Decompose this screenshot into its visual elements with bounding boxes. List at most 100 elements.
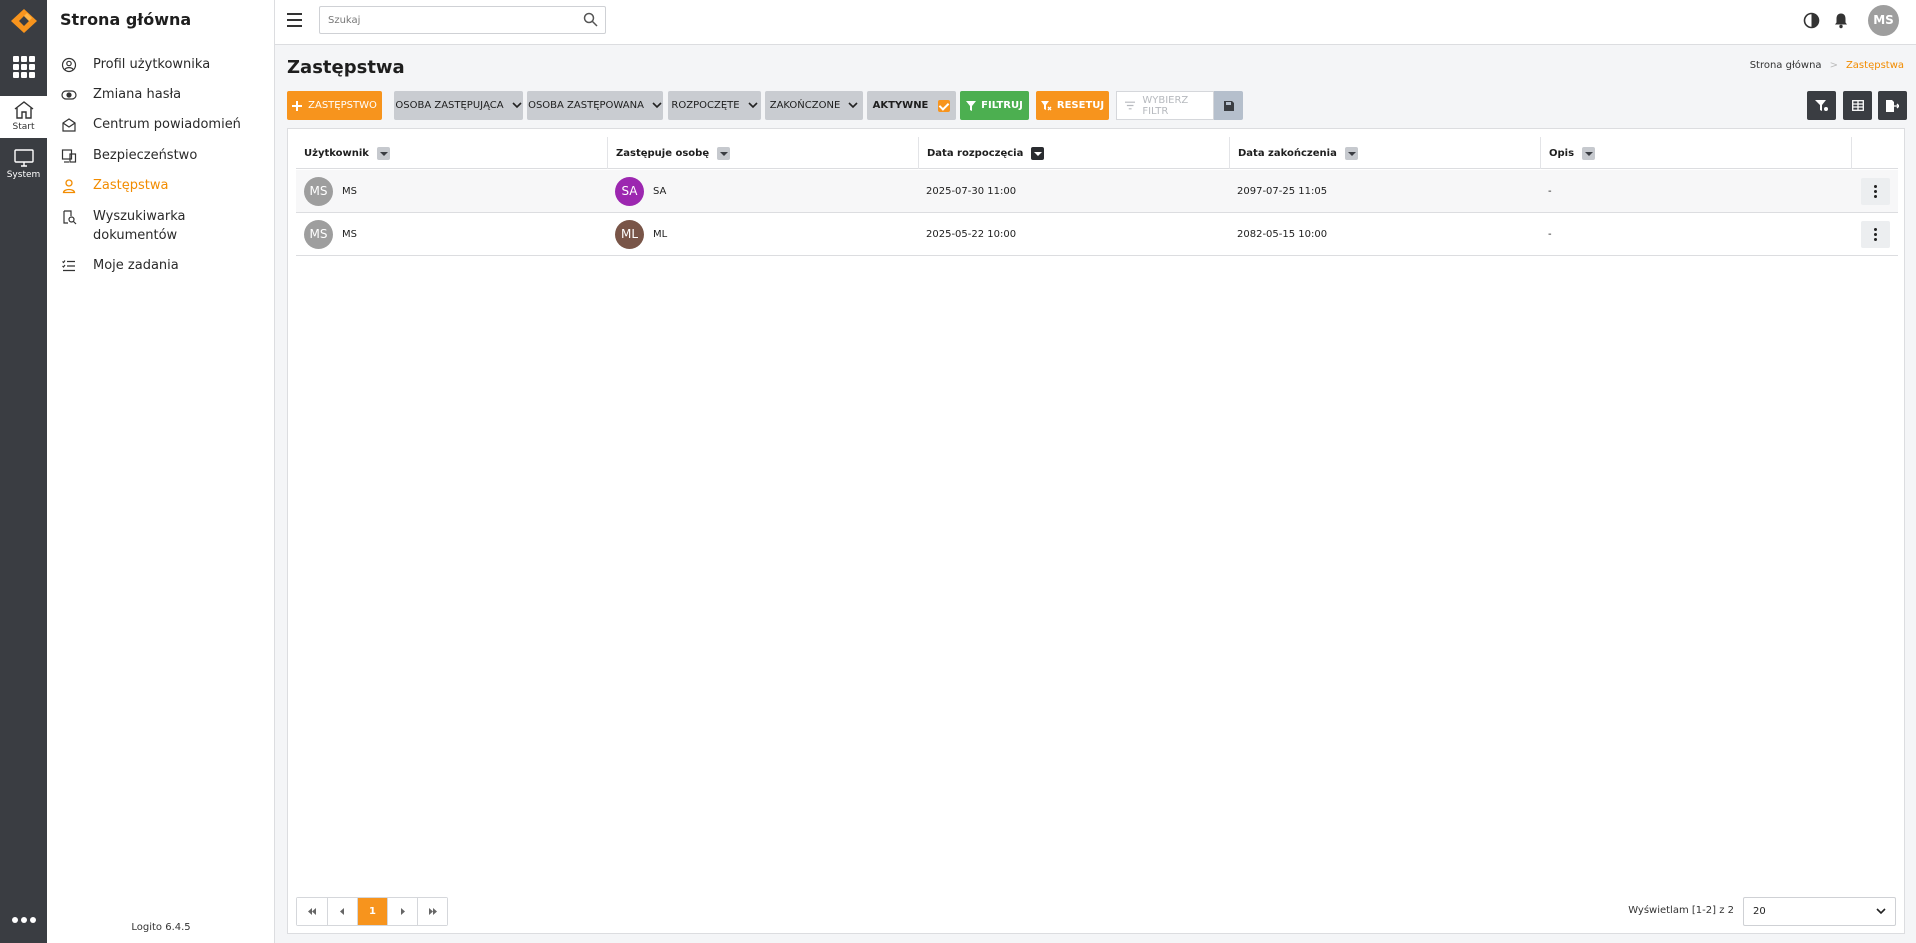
envelope-icon <box>62 118 76 132</box>
avatar: MS <box>304 177 333 206</box>
choose-filter-select[interactable]: WYBIERZ FILTR <box>1116 91 1214 120</box>
sort-dropdown-icon[interactable] <box>1582 146 1596 160</box>
replaces-name: ML <box>653 229 668 240</box>
next-page-button[interactable] <box>387 898 417 925</box>
filter-substituted-person[interactable]: OSOBA ZASTĘPOWANA <box>527 91 663 120</box>
column-label: Data rozpoczęcia <box>927 147 1024 159</box>
sidebar-item-label: Bezpieczeństwo <box>93 148 198 163</box>
rail-item-label: Start <box>12 122 35 132</box>
reset-button-label: RESETUJ <box>1056 100 1105 111</box>
sidebar-item-password[interactable]: Zmiana hasła <box>61 85 181 104</box>
funnel-icon <box>966 100 977 111</box>
sidebar: Strona główna Profil użytkownika Zmiana … <box>47 0 275 943</box>
sidebar-item-security[interactable]: Bezpieczeństwo <box>61 146 197 165</box>
table-row[interactable]: MS MS ML ML 2025-05-22 10:00 2082-05-15 … <box>296 213 1898 256</box>
apps-grid-icon[interactable] <box>13 56 35 78</box>
more-icon[interactable] <box>12 917 36 925</box>
search-input[interactable] <box>320 7 570 33</box>
bell-icon[interactable] <box>1833 12 1849 29</box>
page-size-value: 20 <box>1753 906 1766 917</box>
sidebar-item-label: Profil użytkownika <box>93 57 211 72</box>
table-icon <box>1851 100 1864 111</box>
filter-button-label: FILTRUJ <box>981 100 1023 111</box>
funnel-clear-icon <box>1040 100 1052 110</box>
sidebar-item-label-line1: Wyszukiwarka <box>93 209 186 224</box>
column-header-start-date[interactable]: Data rozpoczęcia <box>918 137 1229 169</box>
filter-finished[interactable]: ZAKOŃCZONE <box>765 91 863 120</box>
active-label: AKTYWNE <box>872 100 929 111</box>
cell-start-date: 2025-05-22 10:00 <box>926 229 1017 240</box>
chevron-left-icon <box>340 908 344 915</box>
document-search-icon <box>63 210 77 225</box>
column-header-user[interactable]: Użytkownik <box>296 137 607 169</box>
page-size-select[interactable]: 20 <box>1743 897 1896 926</box>
sidebar-item-profile[interactable]: Profil użytkownika <box>61 55 210 74</box>
user-circle-icon <box>61 57 77 73</box>
column-header-replaces[interactable]: Zastępuje osobę <box>607 137 918 169</box>
search-icon[interactable] <box>583 12 598 27</box>
sidebar-item-my-tasks[interactable]: Moje zadania <box>61 256 179 275</box>
rail-item-label: System <box>6 170 41 180</box>
filter-list-icon <box>1125 101 1136 110</box>
sidebar-item-label: Wyszukiwarka dokumentów <box>93 207 186 245</box>
column-header-end-date[interactable]: Data zakończenia <box>1229 137 1540 169</box>
hamburger-menu-icon[interactable] <box>287 13 302 27</box>
user-avatar[interactable]: MS <box>1868 5 1899 36</box>
breadcrumb-separator: > <box>1829 60 1838 71</box>
add-substitution-button[interactable]: ZASTĘPSTWO <box>287 91 382 120</box>
cell-replaces: SA SA <box>615 170 666 213</box>
filter-started[interactable]: ROZPOCZĘTE <box>668 91 761 120</box>
sidebar-item-label-line2: dokumentów <box>93 228 178 243</box>
breadcrumb-current: Zastępstwa <box>1845 60 1904 71</box>
chevron-down-icon <box>1876 908 1886 915</box>
avatar: SA <box>615 177 644 206</box>
sidebar-item-notifications[interactable]: Centrum powiadomień <box>61 115 241 134</box>
sort-dropdown-icon[interactable] <box>1031 146 1045 160</box>
rail-item-start[interactable]: Start <box>0 96 47 138</box>
filter-label: OSOBA ZASTĘPOWANA <box>528 100 644 111</box>
search-box <box>319 6 606 34</box>
column-header-description[interactable]: Opis <box>1540 137 1851 169</box>
reset-button[interactable]: RESETUJ <box>1036 91 1109 120</box>
sort-dropdown-icon[interactable] <box>717 146 731 160</box>
sidebar-item-substitutions[interactable]: Zastępstwa <box>61 176 168 195</box>
chevron-right-icon <box>401 908 405 915</box>
column-label: Opis <box>1549 147 1575 159</box>
double-chevron-right-icon <box>428 908 437 915</box>
contrast-icon[interactable] <box>1803 12 1820 29</box>
first-page-button[interactable] <box>297 898 327 925</box>
column-label: Zastępuje osobę <box>616 147 710 159</box>
avatar: ML <box>615 220 644 249</box>
logito-logo[interactable] <box>10 8 38 34</box>
filter-button[interactable]: FILTRUJ <box>960 91 1029 120</box>
avatar: MS <box>304 220 333 249</box>
column-label: Data zakończenia <box>1238 147 1337 159</box>
filter-panel-button[interactable] <box>1807 91 1836 120</box>
sidebar-title: Strona główna <box>60 10 192 29</box>
sort-dropdown-icon[interactable] <box>376 146 390 160</box>
row-actions-icon[interactable] <box>1861 178 1890 205</box>
filter-label: ZAKOŃCZONE <box>769 100 841 111</box>
breadcrumb-home[interactable]: Strona główna <box>1750 60 1822 71</box>
records-info: Wyświetlam [1-2] z 2 <box>1628 905 1734 916</box>
table-row[interactable]: MS MS SA SA 2025-07-30 11:00 2097-07-25 … <box>296 170 1898 213</box>
sort-dropdown-icon[interactable] <box>1344 146 1358 160</box>
export-button[interactable] <box>1878 91 1907 120</box>
active-checkbox[interactable] <box>938 99 951 112</box>
page-title: Zastępstwa <box>287 57 405 78</box>
last-page-button[interactable] <box>417 898 447 925</box>
active-toggle[interactable]: AKTYWNE <box>867 91 956 120</box>
cell-user: MS MS <box>304 213 357 256</box>
columns-button[interactable] <box>1843 91 1872 120</box>
sidebar-item-label: Moje zadania <box>93 258 179 273</box>
save-filter-button[interactable] <box>1214 91 1243 120</box>
prev-page-button[interactable] <box>327 898 357 925</box>
page-number[interactable]: 1 <box>357 898 387 925</box>
row-actions-icon[interactable] <box>1861 221 1890 248</box>
breadcrumb: Strona główna > Zastępstwa <box>1750 60 1904 71</box>
filter-substituting-person[interactable]: OSOBA ZASTĘPUJĄCA <box>394 91 523 120</box>
rail-item-system[interactable]: System <box>0 144 47 186</box>
chevron-down-icon <box>512 102 522 109</box>
monitor-icon <box>13 149 34 167</box>
sidebar-item-document-search[interactable]: Wyszukiwarka dokumentów <box>61 207 186 245</box>
